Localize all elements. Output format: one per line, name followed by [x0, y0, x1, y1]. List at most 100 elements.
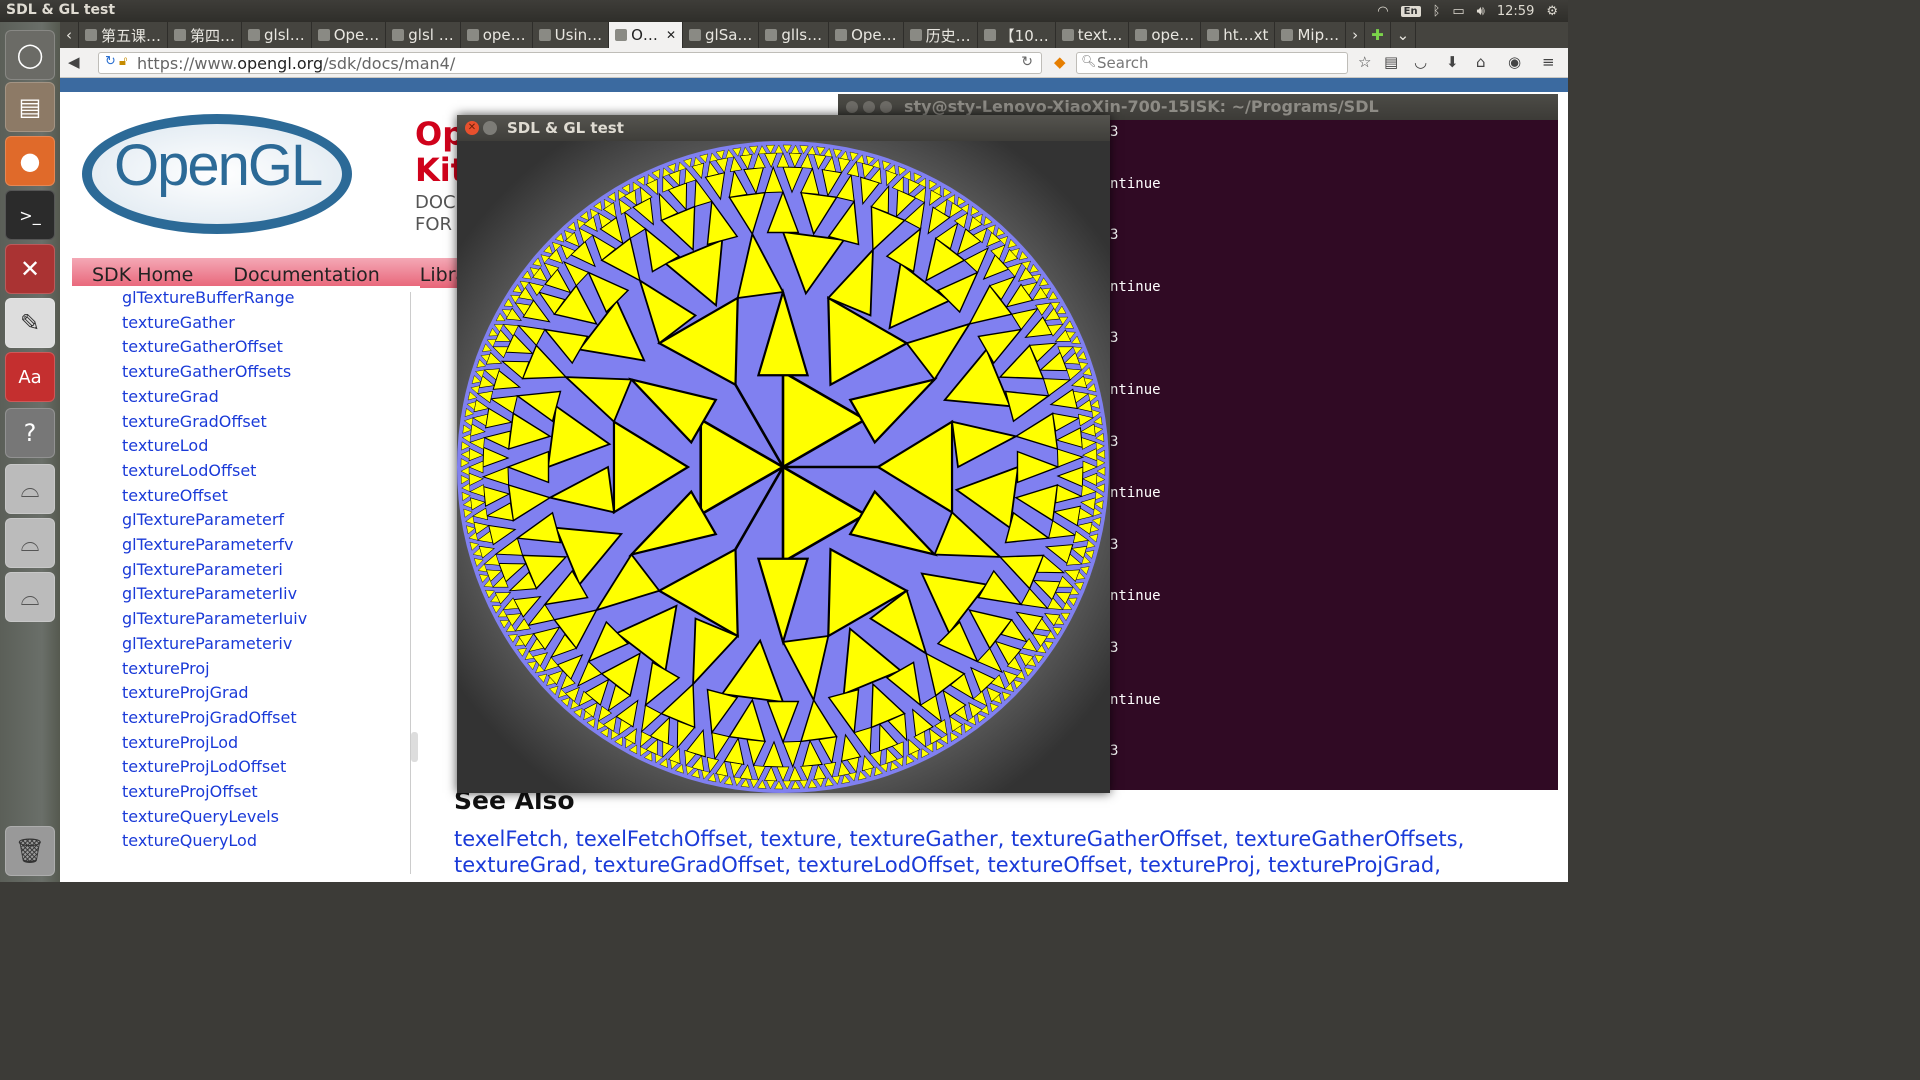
drive-icon[interactable]: ⌓	[5, 518, 55, 568]
page-info-icon[interactable]: ↻	[105, 54, 116, 69]
battery-icon[interactable]: ▭	[1452, 4, 1464, 19]
drive-icon[interactable]: ⌓	[5, 572, 55, 622]
wifi-icon[interactable]: ◠	[1377, 4, 1388, 19]
sidebar-function-link[interactable]: textureQueryLod	[122, 829, 307, 854]
favicon-icon	[1281, 29, 1294, 41]
browser-tab[interactable]: glsl…	[242, 22, 312, 48]
sidebar-function-link[interactable]: glTextureParameteriv	[122, 632, 307, 657]
firefox-icon[interactable]: ●	[5, 136, 55, 186]
browser-tab[interactable]: 第五课…	[79, 22, 169, 48]
drive-icon[interactable]: ⌓	[5, 464, 55, 514]
browser-tab[interactable]: 历史…	[904, 22, 978, 48]
menu-icon[interactable]: ≡	[1542, 53, 1555, 71]
home-icon[interactable]: ⌂	[1476, 53, 1486, 71]
dictionary-icon[interactable]: Aa	[5, 352, 55, 402]
browser-tab[interactable]: O… ✕	[609, 22, 683, 48]
gl-canvas[interactable]	[457, 141, 1110, 793]
sidebar-scrollbar[interactable]	[410, 292, 418, 874]
browser-tab[interactable]: glsl …	[386, 22, 461, 48]
terminal-icon[interactable]: >_	[5, 190, 55, 240]
browser-tab[interactable]: ht…xt	[1201, 22, 1276, 48]
download-icon[interactable]: ⬇	[1446, 53, 1459, 71]
sidebar-function-link[interactable]: glTextureParameteri	[122, 558, 307, 583]
tab-label: ope…	[1151, 26, 1195, 44]
sdl-window[interactable]: ✕ SDL & GL test	[457, 115, 1110, 793]
help-icon[interactable]: ?	[5, 408, 55, 458]
clock[interactable]: 12:59	[1497, 4, 1534, 19]
sidebar-function-link[interactable]: textureGatherOffset	[122, 335, 307, 360]
new-tab-icon[interactable]: ✚	[1365, 22, 1391, 48]
browser-tab[interactable]: Usin…	[533, 22, 610, 48]
addon-icon[interactable]: ◆	[1054, 53, 1066, 71]
chat-icon[interactable]: ◉	[1508, 53, 1521, 71]
url-host: opengl.org	[237, 53, 324, 73]
browser-tab[interactable]: text…	[1056, 22, 1130, 48]
terminal-line: ntinue	[1110, 485, 1161, 502]
sidebar-function-link[interactable]: textureQueryLevels	[122, 805, 307, 830]
browser-tab[interactable]: ope…	[1129, 22, 1202, 48]
opengl-logo[interactable]: OpenGL	[114, 132, 323, 199]
reload-icon[interactable]: ↻	[1021, 54, 1033, 70]
tab-list-icon[interactable]: ⌄	[1391, 22, 1417, 48]
sidebar-function-link[interactable]: glTextureParameterf	[122, 508, 307, 533]
terminal-minimize-icon[interactable]	[863, 101, 875, 113]
sidebar-function-link[interactable]: textureGather	[122, 311, 307, 336]
back-icon[interactable]: ◀	[68, 53, 80, 71]
browser-tab[interactable]: glls…	[759, 22, 830, 48]
close-icon[interactable]: ✕	[465, 121, 479, 135]
volume-icon[interactable]: 🔊︎	[1477, 4, 1485, 19]
sidebar-function-link[interactable]: textureOffset	[122, 484, 307, 509]
sidebar-function-link[interactable]: textureProjGrad	[122, 681, 307, 706]
files-icon[interactable]: ▤	[5, 82, 55, 132]
sidebar-function-link[interactable]: glTextureParameterIuiv	[122, 607, 307, 632]
minimize-icon[interactable]	[483, 121, 497, 135]
sidebar-function-link[interactable]: textureProjOffset	[122, 780, 307, 805]
nav-documentation[interactable]: Documentation	[213, 262, 399, 288]
settings-icon[interactable]: ✕	[5, 244, 55, 294]
sidebar-function-link[interactable]: glTextureParameterfv	[122, 533, 307, 558]
url-bar[interactable]: ↻ 🔓︎ https://www. opengl.org/sdk/docs/man…	[98, 52, 1042, 74]
sidebar-function-link[interactable]: glTextureParameterIiv	[122, 582, 307, 607]
browser-tab[interactable]: Mip…	[1275, 22, 1347, 48]
terminal-close-icon[interactable]	[846, 101, 858, 113]
bluetooth-icon[interactable]: ᛒ	[1433, 4, 1441, 19]
browser-tab[interactable]: 【10…	[978, 22, 1056, 48]
sidebar-function-link[interactable]: textureProjLodOffset	[122, 755, 307, 780]
tab-scroll-left-icon[interactable]: ‹	[60, 22, 79, 48]
browser-tab[interactable]: Ope…	[829, 22, 904, 48]
pocket-icon[interactable]: ◡	[1414, 53, 1427, 71]
sidebar-function-link[interactable]: textureGrad	[122, 385, 307, 410]
favicon-icon	[835, 29, 848, 41]
browser-tab[interactable]: 第四…	[168, 22, 243, 48]
text-editor-icon[interactable]: ✎	[5, 298, 55, 348]
sdl-titlebar[interactable]: ✕ SDL & GL test	[457, 115, 1110, 141]
sidebar-function-link[interactable]: textureGradOffset	[122, 410, 307, 435]
tab-close-icon[interactable]: ✕	[666, 28, 676, 42]
search-input[interactable]: 🔍︎ Search	[1076, 52, 1348, 74]
reading-list-icon[interactable]: ▤	[1384, 53, 1398, 71]
sidebar-function-link[interactable]: textureProj	[122, 657, 307, 682]
nav-sdk-home[interactable]: SDK Home	[72, 262, 213, 288]
bookmark-star-icon[interactable]: ☆	[1358, 53, 1371, 71]
dash-icon[interactable]: ◯	[5, 30, 55, 80]
sidebar-function-link[interactable]: textureLod	[122, 434, 307, 459]
sidebar-function-link[interactable]: textureProjGradOffset	[122, 706, 307, 731]
sidebar-function-link[interactable]: glTextureBufferRange	[122, 286, 307, 311]
tab-scroll-right-icon[interactable]: ›	[1346, 22, 1366, 48]
trash-icon[interactable]: 🗑︎	[5, 826, 55, 876]
browser-tab[interactable]: ope…	[461, 22, 533, 48]
browser-tab[interactable]: Ope…	[312, 22, 387, 48]
terminal-line: 3	[1110, 227, 1119, 244]
browser-tab[interactable]: glSa…	[683, 22, 760, 48]
sidebar-function-link[interactable]: textureGatherOffsets	[122, 360, 307, 385]
see-also-line[interactable]: textureGrad, textureGradOffset, textureL…	[454, 852, 1494, 878]
sdl-window-title: SDL & GL test	[507, 119, 624, 137]
see-also-line[interactable]: texelFetch, texelFetchOffset, texture, t…	[454, 826, 1494, 852]
sidebar-function-link[interactable]: textureLodOffset	[122, 459, 307, 484]
session-gear-icon[interactable]: ⚙	[1546, 4, 1558, 19]
sidebar-function-link[interactable]: textureProjLod	[122, 731, 307, 756]
sidebar-scroll-thumb[interactable]	[411, 732, 418, 762]
keyboard-layout-indicator[interactable]: En	[1400, 5, 1421, 17]
terminal-maximize-icon[interactable]	[880, 101, 892, 113]
site-security-icon[interactable]: 🔓︎	[119, 54, 127, 69]
